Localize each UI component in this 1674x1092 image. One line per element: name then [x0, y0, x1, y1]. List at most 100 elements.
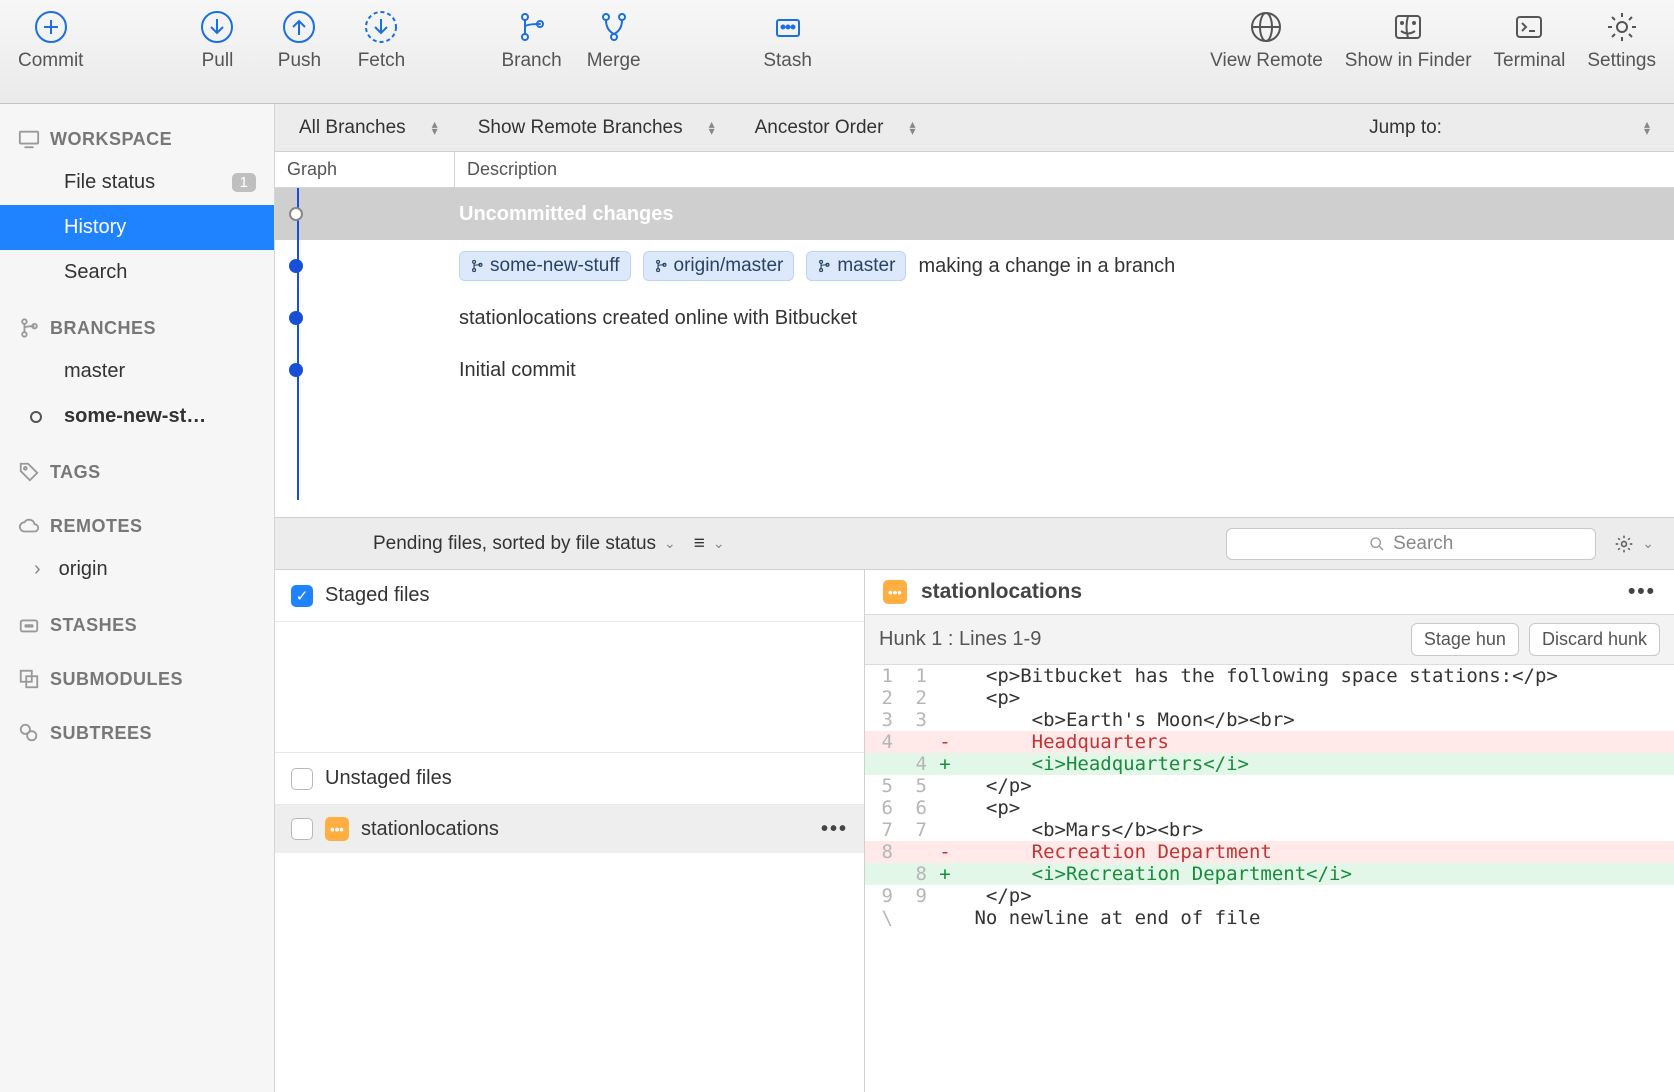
diff-line[interactable]: 11 <p>Bitbucket has the following space … [865, 665, 1674, 687]
chevron-down-icon: ⌄ [713, 535, 725, 552]
terminal-icon [1512, 10, 1546, 44]
subtrees-icon [18, 722, 40, 744]
hunk-header: Hunk 1 : Lines 1-9 Stage hun Discard hun… [865, 614, 1674, 665]
monitor-icon [18, 128, 40, 150]
sidebar-item-file-status[interactable]: File status 1 [0, 160, 274, 205]
cloud-icon [18, 515, 40, 537]
graph-dot-icon [289, 259, 303, 273]
updown-icon: ▴▾ [909, 121, 915, 135]
bottom-split: ✓ Staged files Unstaged files ••• statio… [275, 570, 1674, 1092]
terminal-button[interactable]: Terminal [1494, 10, 1566, 72]
diff-line[interactable]: 8+ <i>Recreation Department</i> [865, 863, 1674, 885]
file-row[interactable]: ••• stationlocations ••• [275, 805, 864, 853]
sidebar-remote-origin[interactable]: › origin [0, 547, 274, 592]
commit-list-header: Graph Description [275, 152, 1674, 188]
pull-button[interactable]: Pull [187, 10, 247, 72]
sidebar-item-search[interactable]: Search [0, 250, 274, 295]
order-select[interactable]: Ancestor Order ▴▾ [755, 117, 916, 139]
discard-hunk-button[interactable]: Discard hunk [1529, 623, 1660, 656]
toolbar-group-mid: Branch Merge Stash [501, 10, 817, 72]
file-actions-button[interactable]: ••• [821, 818, 848, 841]
diff-line[interactable]: 99 </p> [865, 885, 1674, 907]
sidebar-section-workspace[interactable]: WORKSPACE [0, 118, 274, 160]
diff-line[interactable]: 4- Headquarters [865, 731, 1674, 753]
file-checkbox[interactable] [291, 818, 313, 840]
sidebar-branch-master[interactable]: master [0, 349, 274, 394]
chevron-right-icon: › [34, 558, 41, 581]
diff-column: ••• stationlocations ••• Hunk 1 : Lines … [865, 570, 1674, 1092]
show-remote-select[interactable]: Show Remote Branches ▴▾ [478, 117, 715, 139]
toolbar-group-left: Commit Pull Push Fetch [18, 10, 411, 72]
main-panel: All Branches ▴▾ Show Remote Branches ▴▾ … [275, 104, 1674, 1092]
sidebar-branch-current[interactable]: some-new-st… [0, 394, 274, 439]
sidebar-section-submodules[interactable]: SUBMODULES [0, 658, 274, 700]
branch-icon [654, 259, 668, 273]
search-icon [1369, 536, 1385, 552]
diff-line[interactable]: 22 <p> [865, 687, 1674, 709]
commit-row[interactable]: stationlocations created online with Bit… [275, 292, 1674, 344]
branch-icon [515, 10, 549, 44]
diff-line[interactable]: 66 <p> [865, 797, 1674, 819]
push-button[interactable]: Push [269, 10, 329, 72]
pending-sort-select[interactable]: Pending files, sorted by file status ⌄ [373, 533, 676, 555]
updown-icon: ▴▾ [432, 121, 438, 135]
staged-checkbox[interactable]: ✓ [291, 585, 313, 607]
stash-icon [18, 614, 40, 636]
arrow-up-circle-icon [282, 10, 316, 44]
sidebar-section-stashes[interactable]: STASHES [0, 604, 274, 646]
stash-button[interactable]: Stash [758, 10, 818, 72]
graph-dot-icon [289, 363, 303, 377]
staged-files-header[interactable]: ✓ Staged files [275, 570, 864, 622]
branch-button[interactable]: Branch [501, 10, 561, 72]
stage-hunk-button[interactable]: Stage hun [1411, 623, 1519, 656]
branch-pill[interactable]: some-new-stuff [459, 251, 631, 281]
stash-icon [771, 10, 805, 44]
branch-pill[interactable]: master [806, 251, 906, 281]
pending-view-select[interactable]: ≡ ⌄ [694, 533, 725, 555]
toolbar: Commit Pull Push Fetch Branch Merge Stas… [0, 0, 1674, 104]
search-input[interactable]: Search [1226, 528, 1596, 560]
sidebar-section-tags[interactable]: TAGS [0, 451, 274, 493]
diff-line[interactable]: 55 </p> [865, 775, 1674, 797]
diff-body[interactable]: 11 <p>Bitbucket has the following space … [865, 665, 1674, 929]
updown-icon: ▴▾ [1644, 121, 1650, 135]
filter-bar: All Branches ▴▾ Show Remote Branches ▴▾ … [275, 104, 1674, 152]
branch-icon [470, 259, 484, 273]
graph-dot-icon [289, 311, 303, 325]
sidebar-item-history[interactable]: History [0, 205, 274, 250]
diff-line[interactable]: 8- Recreation Department [865, 841, 1674, 863]
branch-filter-select[interactable]: All Branches ▴▾ [299, 117, 438, 139]
files-column: ✓ Staged files Unstaged files ••• statio… [275, 570, 865, 1092]
commit-list: Uncommitted changes some-new-stuff origi… [275, 188, 1674, 518]
sidebar-section-subtrees[interactable]: SUBTREES [0, 712, 274, 754]
diff-line[interactable]: \ No newline at end of file [865, 907, 1674, 929]
sidebar-section-branches[interactable]: BRANCHES [0, 307, 274, 349]
unstaged-checkbox[interactable] [291, 768, 313, 790]
sidebar-section-remotes[interactable]: REMOTES [0, 505, 274, 547]
diff-line[interactable]: 77 <b>Mars</b><br> [865, 819, 1674, 841]
diff-line[interactable]: 33 <b>Earth's Moon</b><br> [865, 709, 1674, 731]
file-status-badge: 1 [232, 173, 256, 192]
commit-row[interactable]: some-new-stuff origin/master master maki… [275, 240, 1674, 292]
settings-button[interactable]: Settings [1587, 10, 1656, 72]
diff-actions-button[interactable]: ••• [1628, 580, 1656, 604]
jump-to-select[interactable]: Jump to: ▴▾ [1369, 117, 1650, 139]
commit-row[interactable]: Initial commit [275, 344, 1674, 396]
view-remote-button[interactable]: View Remote [1210, 10, 1323, 72]
fetch-button[interactable]: Fetch [351, 10, 411, 72]
submodules-icon [18, 668, 40, 690]
unstaged-files-header[interactable]: Unstaged files [275, 752, 864, 805]
diff-line[interactable]: 4+ <i>Headquarters</i> [865, 753, 1674, 775]
dashed-circle-arrow-icon [364, 10, 398, 44]
graph-dot-icon [289, 207, 303, 221]
show-finder-button[interactable]: Show in Finder [1345, 10, 1472, 72]
modified-file-icon: ••• [883, 580, 907, 604]
column-description[interactable]: Description [455, 159, 557, 180]
branch-pill[interactable]: origin/master [643, 251, 795, 281]
pending-settings-button[interactable]: ⌄ [1614, 534, 1654, 554]
column-graph[interactable]: Graph [275, 152, 455, 187]
merge-button[interactable]: Merge [584, 10, 644, 72]
commit-row-uncommitted[interactable]: Uncommitted changes [275, 188, 1674, 240]
current-branch-indicator-icon [30, 411, 42, 423]
commit-button[interactable]: Commit [18, 10, 83, 72]
